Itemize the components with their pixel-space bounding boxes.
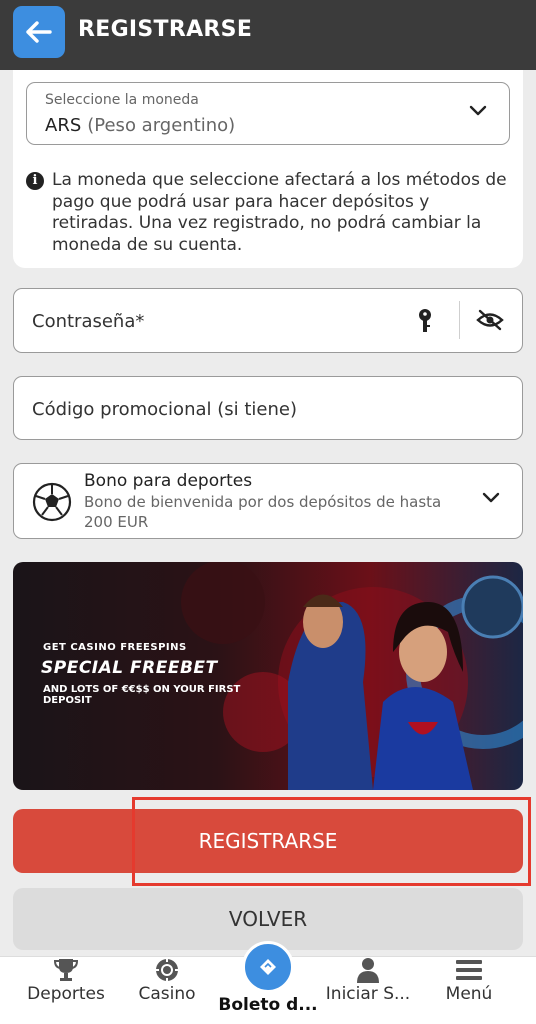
password-label: Contraseña* — [32, 311, 145, 332]
page-title: REGISTRARSE — [78, 17, 253, 42]
banner-line-1: GET CASINO FREESPINS — [43, 642, 187, 653]
nav-label-boleto: Boleto d... — [218, 995, 318, 1015]
currency-select-value: ARS (Peso argentino) — [45, 115, 235, 136]
nav-item-iniciar-sesion[interactable]: Iniciar S... — [318, 957, 418, 1024]
password-field[interactable]: Contraseña* — [13, 288, 523, 353]
currency-select-label: Seleccione la moneda — [45, 92, 199, 108]
nav-item-deportes[interactable]: Deportes — [16, 957, 116, 1024]
promo-banner[interactable]: GET CASINO FREESPINS SPECIAL FREEBET AND… — [13, 562, 523, 790]
highlight-annotation — [132, 797, 531, 886]
bonus-select[interactable]: Bono para deportes Bono de bienvenida po… — [13, 463, 523, 539]
chevron-down-icon — [482, 492, 500, 503]
banner-line-3: AND LOTS OF €€$$ ON YOUR FIRST DEPOSIT — [43, 684, 241, 706]
soccer-ball-icon — [32, 482, 72, 522]
currency-code: ARS — [45, 115, 82, 136]
app-header: REGISTRARSE — [0, 0, 536, 70]
nav-item-boleto[interactable]: Boleto d... — [218, 957, 318, 1024]
back-button[interactable] — [13, 6, 65, 58]
nav-label-menu: Menú — [445, 984, 493, 1004]
currency-name: (Peso argentino) — [87, 115, 236, 136]
currency-card: Seleccione la moneda ARS (Peso argentino)… — [13, 70, 523, 268]
user-icon — [357, 958, 379, 983]
nav-label-casino: Casino — [138, 984, 196, 1004]
currency-select[interactable]: Seleccione la moneda ARS (Peso argentino) — [26, 82, 510, 145]
nav-label-deportes: Deportes — [27, 984, 105, 1004]
promo-code-label: Código promocional (si tiene) — [32, 399, 297, 420]
banner-line-2: SPECIAL FREEBET — [41, 658, 218, 678]
eye-off-icon[interactable] — [476, 308, 504, 332]
arrow-left-icon — [26, 21, 52, 43]
key-icon[interactable] — [416, 308, 434, 334]
nav-label-iniciar-sesion: Iniciar S... — [325, 984, 411, 1004]
chevron-down-icon — [469, 105, 487, 116]
bottom-navigation: Deportes Casino Boleto d... Iniciar S... — [0, 941, 536, 1024]
field-divider — [459, 301, 460, 339]
promo-code-field[interactable]: Código promocional (si tiene) — [13, 376, 523, 440]
bonus-title: Bono para deportes — [84, 471, 253, 491]
menu-icon — [456, 960, 482, 980]
info-icon: i — [26, 172, 44, 190]
currency-info-text: La moneda que seleccione afectará a los … — [52, 170, 507, 255]
nav-item-casino[interactable]: Casino — [117, 957, 217, 1024]
bonus-description: Bono de bienvenida por dos depósitos de … — [84, 493, 442, 531]
nav-item-menu[interactable]: Menú — [419, 957, 519, 1024]
trophy-icon — [53, 959, 79, 981]
casino-chip-icon — [155, 958, 179, 982]
